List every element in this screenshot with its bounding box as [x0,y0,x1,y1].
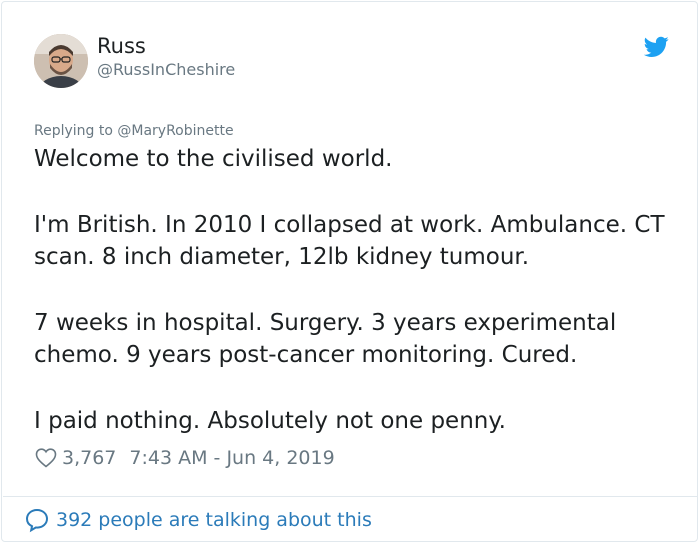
tweet-paragraph: I'm British. In 2010 I collapsed at work… [34,211,665,271]
divider [3,496,698,497]
tweet-timestamp[interactable]: 7:43 AM - Jun 4, 2019 [129,447,334,469]
avatar[interactable] [34,34,88,88]
tweet-paragraph: 7 weeks in hospital. Surgery. 3 years ex… [34,309,617,369]
conversation-link[interactable]: 392 people are talking about this [24,507,372,533]
conversation-count: 392 people are talking about this [56,509,372,531]
tweet-card: Russ @RussInCheshire Replying to @MaryRo… [1,1,698,542]
replying-to[interactable]: Replying to @MaryRobinette [34,122,234,140]
like-count[interactable]: 3,767 [62,447,116,469]
author-name[interactable]: Russ [97,34,146,58]
tweet-meta: 3,767 7:43 AM - Jun 4, 2019 [34,445,335,471]
tweet-paragraph: Welcome to the civilised world. [34,146,393,172]
tweet-paragraph: I paid nothing. Absolutely not one penny… [34,407,506,434]
speech-bubble-icon [25,508,49,533]
twitter-bird-icon[interactable] [644,36,669,58]
user-avatar-photo [34,34,88,88]
author-handle[interactable]: @RussInCheshire [97,60,235,80]
tweet-text: Welcome to the civilised world. I'm Brit… [34,143,674,437]
heart-icon[interactable] [34,446,58,470]
